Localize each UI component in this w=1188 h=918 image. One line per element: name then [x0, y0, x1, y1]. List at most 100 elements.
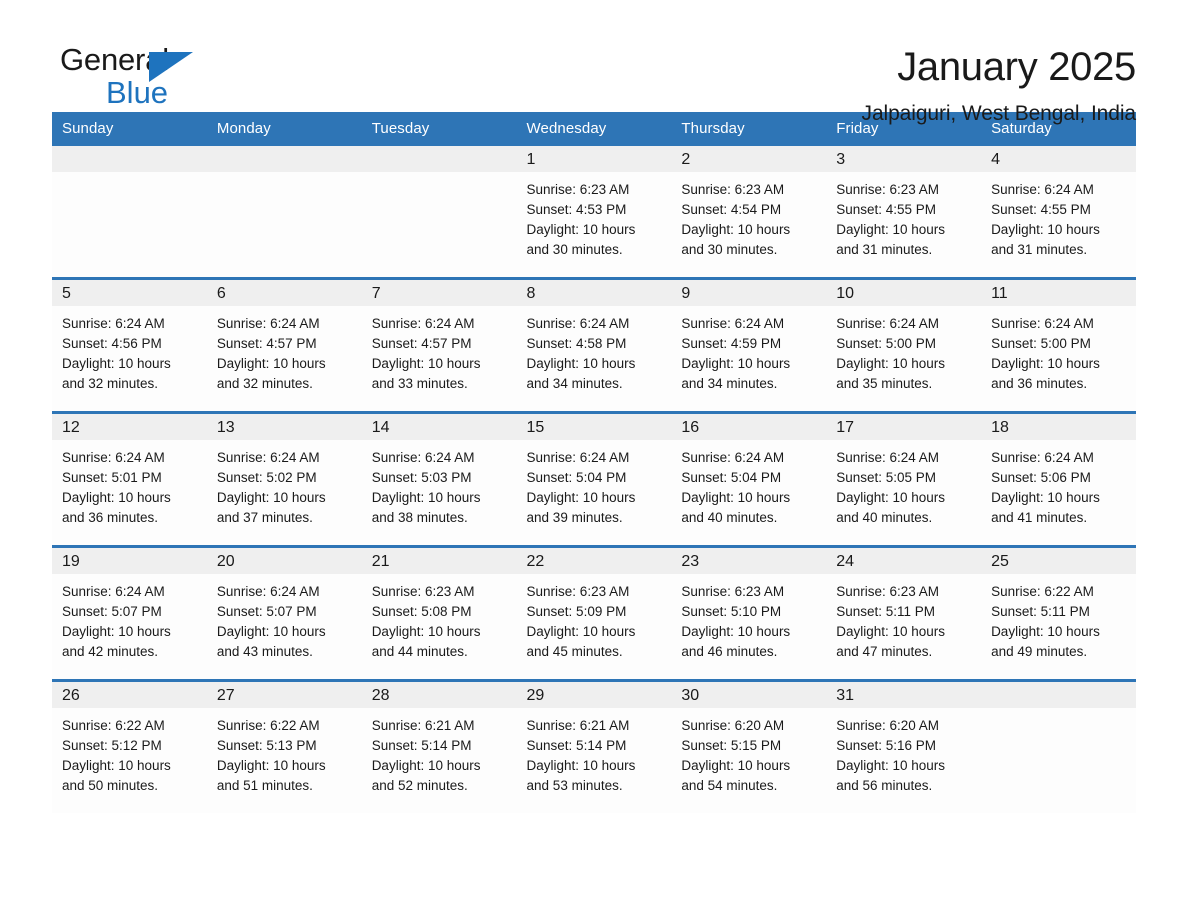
day-cell-content: 24 Sunrise: 6:23 AM Sunset: 5:11 PM Dayligh… — [826, 548, 982, 679]
sunrise-text: Sunrise: 6:24 AM — [836, 450, 940, 465]
sunrise-text: Sunrise: 6:24 AM — [216, 584, 320, 599]
daylight-text-line1: Daylight: 10 hours — [526, 222, 636, 237]
calendar-day-cell[interactable]: 23 Sunrise: 6:23 AM Sunset: 5:10 PM Dayligh… — [671, 545, 827, 681]
daylight-text-line2: and 40 minutes. — [681, 510, 778, 525]
day-cell-content: 9 Sunrise: 6:24 AM Sunset: 4:59 PM Daylight… — [671, 280, 827, 411]
day-sun-info: Sunrise: 6:24 AM Sunset: 4:57 PM Daylight:… — [362, 306, 517, 394]
calendar-day-cell[interactable]: 4 Sunrise: 6:24 AM Sunset: 4:55 PM Daylight… — [981, 146, 1136, 279]
sunrise-text: Sunrise: 6:23 AM — [836, 584, 940, 599]
sunset-text: Sunset: 5:04 PM — [681, 470, 782, 485]
day-cell-content: 1 Sunrise: 6:23 AM Sunset: 4:53 PM Daylight… — [516, 146, 672, 277]
calendar-day-cell[interactable]: 6 Sunrise: 6:24 AM Sunset: 4:57 PM Daylight… — [206, 277, 362, 413]
calendar-day-cell[interactable]: 11 Sunrise: 6:24 AM Sunset: 5:00 PM Dayligh… — [981, 277, 1136, 413]
daylight-text-line1: Daylight: 10 hours — [681, 490, 791, 505]
daylight-text-line2: and 53 minutes. — [526, 778, 623, 793]
day-sun-info: Sunrise: 6:22 AM Sunset: 5:13 PM Daylight:… — [207, 708, 362, 796]
calendar-day-cell[interactable]: 10 Sunrise: 6:24 AM Sunset: 5:00 PM Dayligh… — [826, 277, 982, 413]
day-number: 30 — [671, 682, 827, 708]
day-cell-content: 7 Sunrise: 6:24 AM Sunset: 4:57 PM Daylight… — [361, 280, 517, 411]
sunset-text: Sunset: 4:57 PM — [216, 336, 317, 351]
calendar-day-cell[interactable]: 31 Sunrise: 6:20 AM Sunset: 5:16 PM Dayligh… — [826, 679, 982, 813]
calendar-day-cell[interactable]: 28 Sunrise: 6:21 AM Sunset: 5:14 PM Dayligh… — [361, 679, 517, 813]
sunset-text: Sunset: 4:56 PM — [62, 336, 162, 351]
calendar-day-cell[interactable]: 1 Sunrise: 6:23 AM Sunset: 4:53 PM Daylight… — [516, 146, 672, 279]
calendar-day-cell[interactable]: 19 Sunrise: 6:24 AM Sunset: 5:07 PM Dayligh… — [52, 545, 207, 681]
sunrise-text: Sunrise: 6:24 AM — [371, 316, 475, 331]
calendar-day-cell[interactable]: 20 Sunrise: 6:24 AM Sunset: 5:07 PM Dayligh… — [206, 545, 362, 681]
day-number — [361, 146, 517, 172]
daylight-text-line2: and 32 minutes. — [62, 376, 159, 391]
sunset-text: Sunset: 5:16 PM — [836, 738, 937, 753]
day-number: 19 — [52, 548, 207, 574]
calendar-day-cell[interactable]: 18 Sunrise: 6:24 AM Sunset: 5:06 PM Dayligh… — [981, 411, 1136, 547]
daylight-text-line1: Daylight: 10 hours — [991, 356, 1100, 371]
calendar-day-cell[interactable]: 27 Sunrise: 6:22 AM Sunset: 5:13 PM Dayligh… — [206, 679, 362, 813]
day-number: 17 — [826, 414, 982, 440]
calendar-day-cell[interactable]: 3 Sunrise: 6:23 AM Sunset: 4:55 PM Daylight… — [826, 146, 982, 279]
calendar-day-cell[interactable]: 22 Sunrise: 6:23 AM Sunset: 5:09 PM Dayligh… — [516, 545, 672, 681]
day-sun-info: Sunrise: 6:21 AM Sunset: 5:14 PM Daylight:… — [362, 708, 517, 796]
sunrise-text: Sunrise: 6:23 AM — [836, 182, 940, 197]
sunset-text: Sunset: 5:02 PM — [216, 470, 317, 485]
sunrise-text: Sunrise: 6:24 AM — [526, 450, 630, 465]
calendar-day-cell[interactable]: 15 Sunrise: 6:24 AM Sunset: 5:04 PM Dayligh… — [516, 411, 672, 547]
day-number: 20 — [206, 548, 362, 574]
sunrise-text: Sunrise: 6:24 AM — [371, 450, 475, 465]
page-title: January 2025 — [897, 45, 1136, 89]
daylight-text-line2: and 32 minutes. — [216, 376, 313, 391]
day-sun-info: Sunrise: 6:24 AM Sunset: 5:04 PM Daylight:… — [671, 440, 826, 528]
calendar-day-cell[interactable]: 16 Sunrise: 6:24 AM Sunset: 5:04 PM Dayligh… — [671, 411, 827, 547]
sunset-text: Sunset: 5:13 PM — [216, 738, 317, 753]
sunset-text: Sunset: 5:00 PM — [836, 336, 937, 351]
calendar-day-cell[interactable]: 12 Sunrise: 6:24 AM Sunset: 5:01 PM Dayligh… — [52, 411, 207, 547]
sunset-text: Sunset: 5:07 PM — [216, 604, 317, 619]
sunrise-text: Sunrise: 6:21 AM — [526, 718, 630, 733]
calendar-day-cell[interactable]: 25 Sunrise: 6:22 AM Sunset: 5:11 PM Dayligh… — [981, 545, 1136, 681]
calendar-day-cell[interactable]: 30 Sunrise: 6:20 AM Sunset: 5:15 PM Dayligh… — [671, 679, 827, 813]
day-sun-info: Sunrise: 6:23 AM Sunset: 5:10 PM Daylight:… — [671, 574, 826, 662]
calendar-day-cell[interactable]: 29 Sunrise: 6:21 AM Sunset: 5:14 PM Dayligh… — [516, 679, 672, 813]
day-cell-content: 25 Sunrise: 6:22 AM Sunset: 5:11 PM Dayligh… — [981, 548, 1136, 679]
sunset-text: Sunset: 5:10 PM — [681, 604, 782, 619]
calendar-day-cell[interactable]: 17 Sunrise: 6:24 AM Sunset: 5:05 PM Dayligh… — [826, 411, 982, 547]
daylight-text-line1: Daylight: 10 hours — [216, 490, 326, 505]
sunset-text: Sunset: 5:05 PM — [836, 470, 937, 485]
daylight-text-line2: and 47 minutes. — [836, 644, 933, 659]
day-number: 1 — [516, 146, 672, 172]
sunset-text: Sunset: 4:55 PM — [836, 202, 937, 217]
sunset-text: Sunset: 5:14 PM — [526, 738, 627, 753]
day-sun-info: Sunrise: 6:24 AM Sunset: 5:02 PM Daylight:… — [207, 440, 362, 528]
calendar-day-cell[interactable]: 13 Sunrise: 6:24 AM Sunset: 5:02 PM Dayligh… — [206, 411, 362, 547]
day-cell-content: 22 Sunrise: 6:23 AM Sunset: 5:09 PM Dayligh… — [516, 548, 672, 679]
day-sun-info: Sunrise: 6:24 AM Sunset: 4:59 PM Daylight:… — [671, 306, 826, 394]
daylight-text-line2: and 54 minutes. — [681, 778, 778, 793]
daylight-text-line2: and 46 minutes. — [681, 644, 778, 659]
sunset-text: Sunset: 5:07 PM — [62, 604, 162, 619]
calendar-day-cell[interactable]: 2 Sunrise: 6:23 AM Sunset: 4:54 PM Daylight… — [671, 146, 827, 279]
calendar-day-cell[interactable]: 24 Sunrise: 6:23 AM Sunset: 5:11 PM Dayligh… — [826, 545, 982, 681]
generalblue-logo[interactable]: General Blue — [52, 44, 252, 116]
day-sun-info: Sunrise: 6:24 AM Sunset: 5:06 PM Daylight:… — [981, 440, 1136, 528]
day-number: 15 — [516, 414, 672, 440]
daylight-text-line1: Daylight: 10 hours — [991, 624, 1100, 639]
calendar-day-cell[interactable]: 7 Sunrise: 6:24 AM Sunset: 4:57 PM Daylight… — [361, 277, 517, 413]
day-number: 27 — [206, 682, 362, 708]
day-cell-content: 20 Sunrise: 6:24 AM Sunset: 5:07 PM Dayligh… — [206, 548, 362, 679]
daylight-text-line2: and 33 minutes. — [371, 376, 468, 391]
daylight-text-line2: and 52 minutes. — [371, 778, 468, 793]
sunrise-text: Sunrise: 6:24 AM — [991, 450, 1094, 465]
calendar-day-cell[interactable]: 14 Sunrise: 6:24 AM Sunset: 5:03 PM Dayligh… — [361, 411, 517, 547]
calendar-day-cell[interactable]: 5 Sunrise: 6:24 AM Sunset: 4:56 PM Daylight… — [52, 277, 207, 413]
day-cell-content — [981, 682, 1136, 813]
day-number: 18 — [981, 414, 1136, 440]
calendar-day-cell[interactable]: 8 Sunrise: 6:24 AM Sunset: 4:58 PM Daylight… — [516, 277, 672, 413]
sunrise-text: Sunrise: 6:23 AM — [681, 584, 785, 599]
sunrise-text: Sunrise: 6:24 AM — [216, 450, 320, 465]
calendar-day-cell[interactable]: 9 Sunrise: 6:24 AM Sunset: 4:59 PM Daylight… — [671, 277, 827, 413]
daylight-text-line1: Daylight: 10 hours — [62, 356, 171, 371]
sunrise-text: Sunrise: 6:24 AM — [526, 316, 630, 331]
calendar-day-cell[interactable]: 21 Sunrise: 6:23 AM Sunset: 5:08 PM Dayligh… — [361, 545, 517, 681]
calendar-day-cell[interactable]: 26 Sunrise: 6:22 AM Sunset: 5:12 PM Dayligh… — [52, 679, 207, 813]
day-cell-content: 27 Sunrise: 6:22 AM Sunset: 5:13 PM Dayligh… — [206, 682, 362, 813]
day-sun-info: Sunrise: 6:22 AM Sunset: 5:12 PM Daylight:… — [52, 708, 207, 796]
